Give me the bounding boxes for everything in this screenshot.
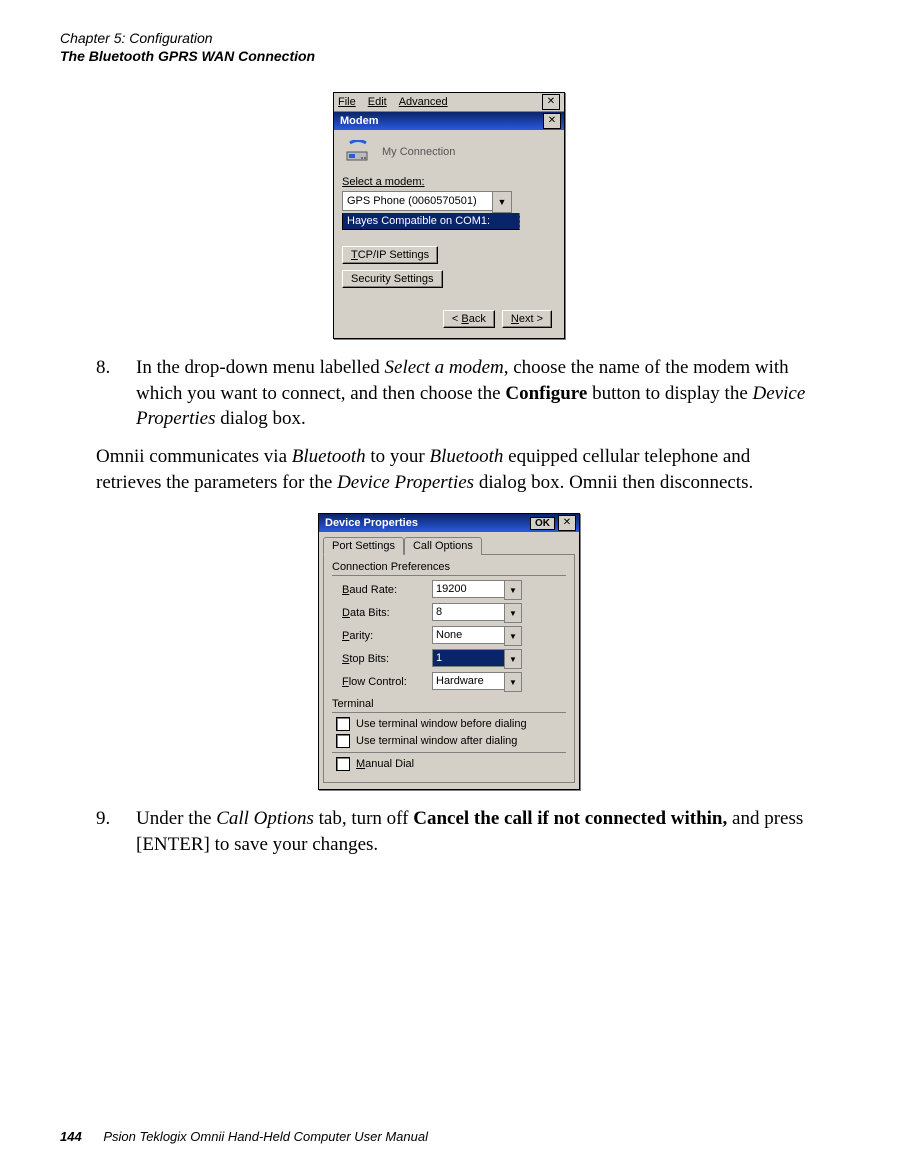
checkbox-terminal-after-label: Use terminal window after dialing (356, 735, 517, 747)
modem-title: Modem (340, 115, 379, 127)
data-bits-value: 8 (432, 603, 504, 621)
step-9: 9. Under the Call Options tab, turn off … (96, 806, 820, 857)
header-section: The Bluetooth GPRS WAN Connection (60, 48, 838, 64)
group-terminal: Terminal (332, 698, 566, 713)
ok-button[interactable]: OK (530, 517, 555, 530)
stop-bits-label: Stop Bits: (332, 653, 432, 665)
parity-value: None (432, 626, 504, 644)
baud-rate-label: Baud Rate: (332, 584, 432, 596)
data-bits-combo[interactable]: 8 ▼ (432, 603, 522, 623)
flow-control-combo[interactable]: Hardware ▼ (432, 672, 522, 692)
body-paragraph: Omnii communicates via Bluetooth to your… (96, 444, 820, 495)
menu-bar: File Edit Advanced ✕ (334, 93, 564, 112)
select-modem-label: Select a modem: (342, 176, 556, 188)
para-b: to your (366, 446, 430, 467)
checkbox-terminal-after[interactable]: Use terminal window after dialing (336, 734, 566, 748)
baud-rate-value: 19200 (432, 580, 504, 598)
step-8-text-a: In the drop-down menu labelled (136, 357, 385, 378)
step-8-number: 8. (96, 355, 136, 432)
checkbox-manual-dial-label: Manual Dial (356, 758, 414, 770)
para-a: Omnii communicates via (96, 446, 292, 467)
close-icon[interactable]: ✕ (542, 94, 560, 110)
chevron-down-icon[interactable]: ▼ (504, 649, 522, 669)
checkbox-icon[interactable] (336, 717, 350, 731)
connection-name: My Connection (382, 146, 455, 158)
modem-titlebar: Modem ✕ (334, 112, 564, 130)
devprops-titlebar: Device Properties OK ✕ (319, 514, 579, 532)
parity-combo[interactable]: None ▼ (432, 626, 522, 646)
parity-label: Parity: (332, 630, 432, 642)
modem-icon (344, 140, 372, 164)
step-8-text-c: button to display the (587, 383, 752, 404)
step-9-strong: Cancel the call if not connected within, (413, 808, 727, 829)
chevron-down-icon[interactable]: ▼ (492, 191, 512, 213)
device-properties-window: Device Properties OK ✕ Port Settings Cal… (318, 513, 580, 790)
chevron-down-icon[interactable]: ▼ (504, 580, 522, 600)
chevron-down-icon[interactable]: ▼ (504, 672, 522, 692)
stop-bits-combo[interactable]: 1 ▼ (432, 649, 522, 669)
stop-bits-value: 1 (432, 649, 504, 667)
modem-combo-value: GPS Phone (0060570501) (342, 191, 492, 211)
flow-control-label: Flow Control: (332, 676, 432, 688)
menu-file[interactable]: File (338, 96, 356, 108)
baud-rate-combo[interactable]: 19200 ▼ (432, 580, 522, 600)
devprops-title: Device Properties (325, 517, 418, 529)
footer-text: Psion Teklogix Omnii Hand-Held Computer … (103, 1129, 428, 1144)
group-connection-preferences: Connection Preferences (332, 561, 566, 576)
page-footer: 144 Psion Teklogix Omnii Hand-Held Compu… (60, 1129, 428, 1144)
checkbox-manual-dial[interactable]: Manual Dial (336, 757, 566, 771)
checkbox-icon[interactable] (336, 734, 350, 748)
tab-panel: Connection Preferences Baud Rate: 19200 … (323, 554, 575, 783)
checkbox-terminal-before-label: Use terminal window before dialing (356, 718, 527, 730)
flow-control-value: Hardware (432, 672, 504, 690)
close-icon[interactable]: ✕ (543, 113, 561, 129)
para-em1: Bluetooth (292, 446, 366, 467)
checkbox-icon[interactable] (336, 757, 350, 771)
page-number: 144 (60, 1129, 82, 1144)
menu-advanced[interactable]: Advanced (399, 96, 448, 108)
step-8-text-d: dialog box. (216, 408, 306, 429)
checkbox-terminal-before[interactable]: Use terminal window before dialing (336, 717, 566, 731)
para-d: dialog box. Omnii then disconnects. (474, 472, 753, 493)
step-9-number: 9. (96, 806, 136, 857)
data-bits-label: Data Bits: (332, 607, 432, 619)
menu-edit[interactable]: Edit (368, 96, 387, 108)
close-icon[interactable]: ✕ (558, 515, 576, 531)
step-8-strong: Configure (505, 383, 587, 404)
para-em2: Bluetooth (430, 446, 504, 467)
modem-combo-option[interactable]: Hayes Compatible on COM1: (342, 213, 520, 230)
chevron-down-icon[interactable]: ▼ (504, 626, 522, 646)
next-button[interactable]: Next > (502, 310, 552, 328)
tab-port-settings[interactable]: Port Settings (323, 537, 404, 555)
para-em3: Device Properties (337, 472, 474, 493)
step-9-text-a: Under the (136, 808, 216, 829)
modem-combo[interactable]: GPS Phone (0060570501) ▼ (342, 191, 512, 213)
header-chapter: Chapter 5: Configuration (60, 30, 838, 46)
back-button[interactable]: < Back (443, 310, 495, 328)
step-8: 8. In the drop-down menu labelled Select… (96, 355, 820, 432)
step-9-em1: Call Options (216, 808, 314, 829)
step-8-em1: Select a modem (385, 357, 504, 378)
security-settings-button[interactable]: Security Settings (342, 270, 443, 288)
chevron-down-icon[interactable]: ▼ (504, 603, 522, 623)
tab-call-options[interactable]: Call Options (404, 537, 482, 555)
modem-window: File Edit Advanced ✕ Modem ✕ (333, 92, 565, 339)
step-9-text-b: tab, turn off (314, 808, 413, 829)
tcpip-settings-button[interactable]: TCP/IP Settings (342, 246, 438, 264)
